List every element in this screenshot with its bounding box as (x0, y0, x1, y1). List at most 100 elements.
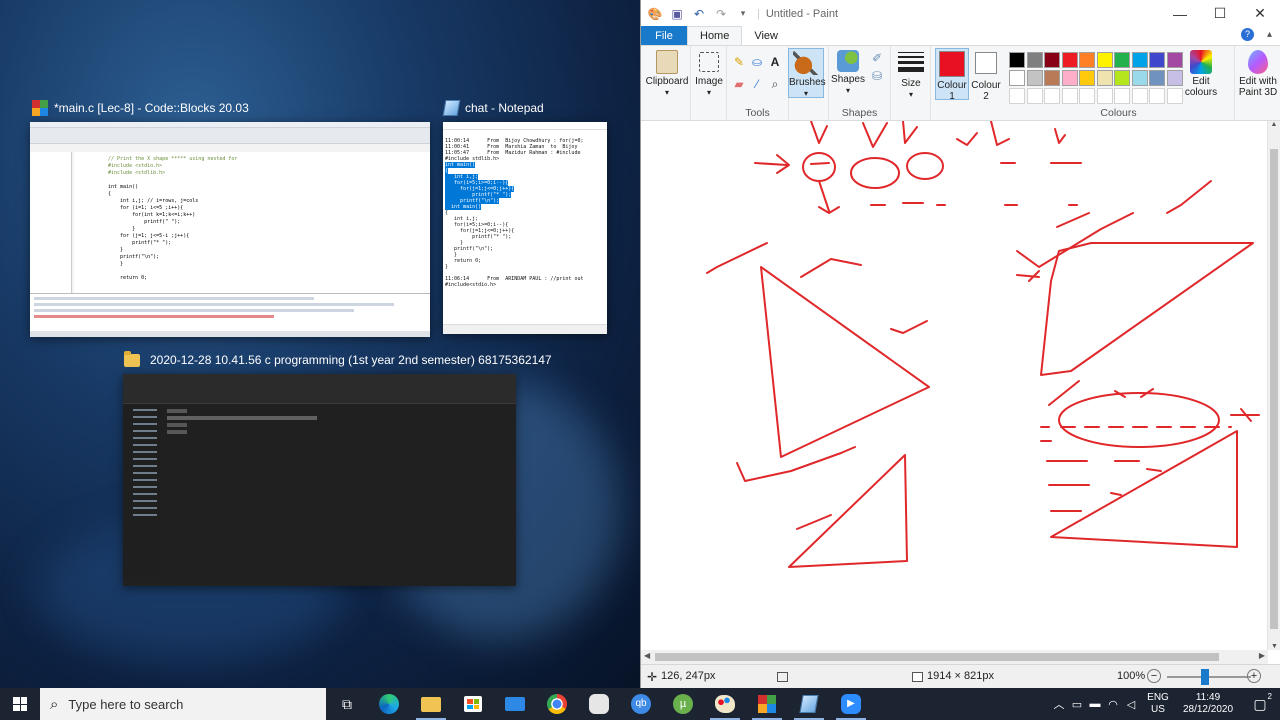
minimize-button[interactable]: — (1160, 0, 1200, 27)
code-line: for(int k=1;k<=i;k++) (108, 212, 196, 218)
language-indicator[interactable]: ENG US (1140, 692, 1176, 716)
save-icon[interactable]: ▣ (669, 6, 685, 22)
zoom-out-button[interactable]: − (1147, 669, 1161, 683)
outline-icon[interactable]: ✐ (869, 50, 885, 66)
codeblocks-window-title[interactable]: *main.c [Lec-8] - Code::Blocks 20.03 (32, 100, 249, 116)
codeblocks-taskbar-button[interactable] (746, 688, 788, 720)
explorer-nav-pane (123, 404, 161, 578)
eraser-icon[interactable]: ▰ (731, 76, 747, 92)
colour-swatch[interactable] (1149, 52, 1165, 68)
show-hidden-icons[interactable]: ︿ (1050, 696, 1068, 712)
clock[interactable]: 11:49 28/12/2020 (1176, 692, 1240, 716)
notifications-button[interactable]: ▢ 2 (1240, 692, 1280, 713)
fill-shape-icon[interactable]: ⛁ (869, 68, 885, 84)
colour2-button[interactable]: Colour 2 (971, 48, 1001, 102)
paint-taskbar-button[interactable] (704, 688, 746, 720)
customize-qat-icon[interactable]: ▾ (735, 6, 751, 22)
colour-swatch[interactable] (1096, 70, 1113, 86)
mail-taskbar-button[interactable] (494, 688, 536, 720)
colour-swatch[interactable] (1131, 70, 1148, 86)
vertical-scrollbar[interactable]: ▲ ▼ (1267, 121, 1280, 650)
ribbon-collapse-icon[interactable]: ▴ (1267, 29, 1272, 40)
brushes-button[interactable]: Brushes ▾ (788, 48, 826, 98)
tab-home[interactable]: Home (687, 26, 743, 45)
custom-colour-slot[interactable] (1166, 88, 1183, 104)
colour-swatch[interactable] (1166, 52, 1183, 68)
colour-swatch[interactable] (1131, 52, 1148, 68)
colour-swatch[interactable] (1044, 70, 1060, 86)
notepad-taskbar-button[interactable] (788, 688, 830, 720)
notepad-window-title[interactable]: chat - Notepad (442, 100, 544, 116)
zoom-taskbar-button[interactable]: ▶ (830, 688, 872, 720)
pencil-icon[interactable]: ✎ (731, 54, 747, 70)
codeblocks-thumbnail[interactable]: // Print the X shape ***** using nested … (30, 122, 430, 337)
fill-icon[interactable]: ⛀ (749, 54, 765, 70)
colour-swatch[interactable] (1061, 52, 1078, 68)
explorer-thumbnail[interactable] (123, 374, 516, 586)
edge-taskbar-button[interactable] (368, 688, 410, 720)
network-icon[interactable]: ▭ (1068, 698, 1086, 711)
help-icon[interactable]: ? (1241, 28, 1254, 41)
tab-view[interactable]: View (742, 26, 790, 45)
zoom-slider-thumb[interactable] (1201, 669, 1209, 685)
drawing-canvas[interactable] (641, 121, 1268, 650)
colour-swatch[interactable] (1114, 70, 1130, 86)
horizontal-scroll-thumb[interactable] (655, 653, 1219, 661)
color-picker-icon[interactable]: ⁄ (749, 76, 765, 92)
text-icon[interactable]: A (767, 54, 783, 70)
colour-swatch[interactable] (1009, 70, 1025, 86)
colour-swatch[interactable] (1044, 52, 1060, 68)
explorer-window-title[interactable]: 2020-12-28 10.41.56 c programming (1st y… (124, 350, 552, 367)
custom-colour-slot[interactable] (1061, 88, 1078, 104)
colour-swatch[interactable] (1026, 70, 1043, 86)
zoom-slider-track[interactable] (1167, 676, 1251, 678)
undo-icon[interactable]: ↶ (691, 6, 707, 22)
magnifier-icon[interactable]: ⌕ (767, 76, 783, 92)
codeblocks-taskbar-icon (758, 695, 776, 713)
colour-swatch[interactable] (1166, 70, 1183, 86)
colour-swatch[interactable] (1114, 52, 1130, 68)
size-button[interactable]: Size ▾ (895, 50, 927, 100)
maximize-button[interactable]: ☐ (1200, 0, 1240, 27)
close-button[interactable]: ✕ (1240, 0, 1280, 27)
colour-swatch[interactable] (1149, 70, 1165, 86)
store-taskbar-button[interactable] (452, 688, 494, 720)
colour-swatch[interactable] (1061, 70, 1078, 86)
colour-swatch[interactable] (1096, 52, 1113, 68)
notepad-thumbnail[interactable]: 11:00:14 From Bijoy Chowdhury : for(j=0;… (443, 122, 607, 334)
wifi-icon[interactable]: ◠ (1104, 698, 1122, 711)
colour-swatch[interactable] (1009, 52, 1025, 68)
custom-colour-slot[interactable] (1131, 88, 1148, 104)
custom-colour-slot[interactable] (1009, 88, 1025, 104)
volume-icon[interactable]: ◁ (1122, 698, 1140, 711)
start-button[interactable] (0, 688, 40, 720)
shapes-button[interactable]: Shapes ▾ (831, 50, 865, 96)
custom-colour-slot[interactable] (1114, 88, 1130, 104)
colour-swatch[interactable] (1026, 52, 1043, 68)
edit-colours-button[interactable]: Edit colours (1183, 50, 1219, 98)
colour-swatch[interactable] (1079, 70, 1095, 86)
custom-colour-slot[interactable] (1149, 88, 1165, 104)
chrome-taskbar-button[interactable] (536, 688, 578, 720)
colour1-button[interactable]: Colour 1 (935, 48, 969, 102)
qbittorrent-taskbar-button[interactable]: qb (620, 688, 662, 720)
task-view-button[interactable]: ⧉ (326, 688, 368, 720)
zoom-in-button[interactable]: + (1247, 669, 1261, 683)
search-box[interactable]: ⌕ Type here to search (40, 688, 326, 720)
explorer-taskbar-button[interactable] (410, 688, 452, 720)
colour-swatch[interactable] (1079, 52, 1095, 68)
app-taskbar-button[interactable] (578, 688, 620, 720)
vertical-scroll-thumb[interactable] (1270, 149, 1278, 629)
horizontal-scrollbar[interactable]: ◀ ▶ (641, 650, 1268, 664)
image-button[interactable]: Image ▾ (693, 50, 725, 98)
tab-file[interactable]: File (641, 26, 687, 45)
custom-colour-slot[interactable] (1044, 88, 1060, 104)
clipboard-button[interactable]: Clipboard ▾ (645, 50, 689, 98)
paint3d-button[interactable]: Edit with Paint 3D (1237, 50, 1279, 98)
utorrent-taskbar-button[interactable]: µ (662, 688, 704, 720)
redo-icon[interactable]: ↷ (713, 6, 729, 22)
custom-colour-slot[interactable] (1096, 88, 1113, 104)
battery-icon[interactable]: ▬ (1086, 698, 1104, 710)
custom-colour-slot[interactable] (1026, 88, 1043, 104)
custom-colour-slot[interactable] (1079, 88, 1095, 104)
